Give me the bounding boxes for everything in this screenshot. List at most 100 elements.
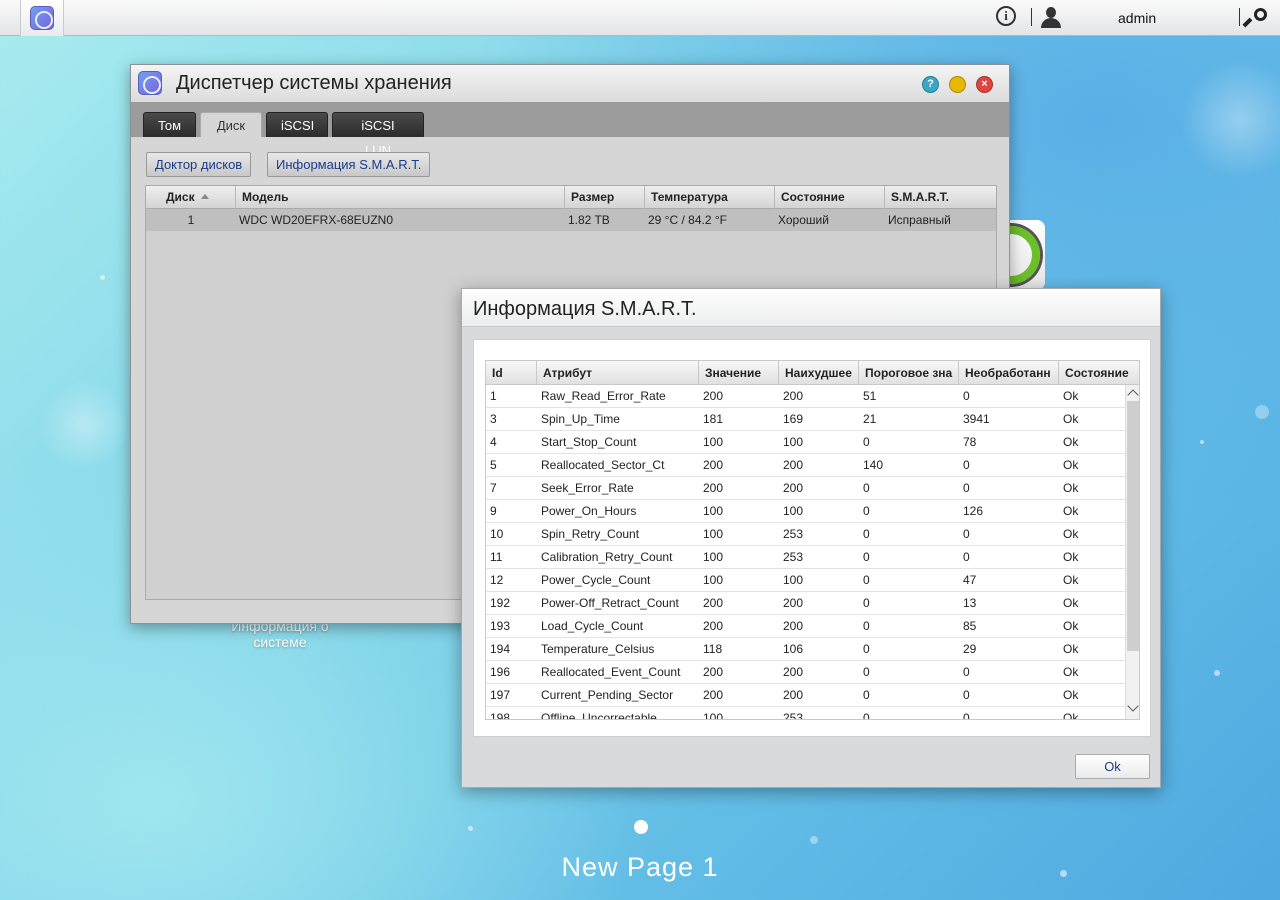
storage-manager-app-icon: [138, 71, 162, 95]
bokeh-dot: [810, 836, 818, 844]
cell-id: 9: [490, 504, 497, 518]
table-row[interactable]: 1 WDC WD20EFRX-68EUZN0 1.82 TB 29 °C / 8…: [146, 209, 996, 231]
cell-attribute: Raw_Read_Error_Rate: [541, 389, 666, 403]
col-header-state[interactable]: Состояние: [775, 186, 885, 209]
help-button[interactable]: ?: [922, 76, 939, 93]
cell-worst: 106: [783, 642, 804, 656]
cell-worst: 169: [783, 412, 804, 426]
cell-threshold: 0: [863, 596, 870, 610]
cell-raw: 0: [963, 711, 970, 720]
cell-worst: 200: [783, 389, 804, 403]
col-header-worst[interactable]: Наихудшее: [779, 361, 859, 385]
table-row[interactable]: 12 Power_Cycle_Count 100 100 0 47 Ok: [486, 569, 1125, 592]
cell-worst: 200: [783, 665, 804, 679]
cell-threshold: 0: [863, 619, 870, 633]
main-menu-button[interactable]: [20, 0, 64, 36]
col-header-attribute[interactable]: Атрибут: [537, 361, 699, 385]
tab-volume[interactable]: Том: [143, 112, 196, 137]
cell-temperature: 29 °C / 84.2 °F: [648, 213, 727, 227]
table-row[interactable]: 198 Offline_Uncorrectable 100 253 0 0 Ok: [486, 707, 1125, 720]
cell-attribute: Temperature_Celsius: [541, 642, 655, 656]
cell-attribute: Power-Off_Retract_Count: [541, 596, 679, 610]
search-icon[interactable]: [1242, 6, 1270, 30]
cell-id: 3: [490, 412, 497, 426]
user-icon[interactable]: [1040, 7, 1062, 29]
vertical-scrollbar[interactable]: [1125, 385, 1139, 719]
page-indicator-dot[interactable]: [634, 820, 648, 834]
col-header-status[interactable]: Состояние: [1059, 361, 1139, 385]
table-row[interactable]: 192 Power-Off_Retract_Count 200 200 0 13 Ok: [486, 592, 1125, 615]
col-header-temperature[interactable]: Температура: [645, 186, 775, 209]
cell-id: 5: [490, 458, 497, 472]
cell-threshold: 0: [863, 504, 870, 518]
smart-info-button[interactable]: Информация S.M.A.R.T.: [267, 152, 431, 177]
cell-status: Ok: [1063, 481, 1079, 495]
cell-worst: 253: [783, 527, 804, 541]
info-icon[interactable]: i: [996, 6, 1016, 26]
table-row[interactable]: 11 Calibration_Retry_Count 100 253 0 0 Ok: [486, 546, 1125, 569]
cell-status: Ok: [1063, 412, 1079, 426]
ok-button[interactable]: Ok: [1075, 754, 1150, 779]
cell-size: 1.82 TB: [568, 213, 610, 227]
page-label: New Page 1: [561, 852, 719, 882]
table-row[interactable]: 193 Load_Cycle_Count 200 200 0 85 Ok: [486, 615, 1125, 638]
bokeh-dot: [1060, 870, 1067, 877]
table-row[interactable]: 9 Power_On_Hours 100 100 0 126 Ok: [486, 500, 1125, 523]
cell-worst: 200: [783, 481, 804, 495]
col-header-value[interactable]: Значение: [699, 361, 779, 385]
table-row[interactable]: 1 Raw_Read_Error_Rate 200 200 51 0 Ok: [486, 385, 1125, 408]
cell-raw: 47: [963, 573, 977, 587]
cell-id: 11: [490, 550, 503, 564]
scroll-up-icon[interactable]: [1127, 389, 1139, 401]
table-row[interactable]: 194 Temperature_Celsius 118 106 0 29 Ok: [486, 638, 1125, 661]
bokeh-dot: [1255, 405, 1269, 419]
cell-value: 200: [703, 481, 724, 495]
col-header-id[interactable]: Id: [486, 361, 537, 385]
table-row[interactable]: 5 Reallocated_Sector_Ct 200 200 140 0 Ok: [486, 454, 1125, 477]
cell-attribute: Reallocated_Event_Count: [541, 665, 681, 679]
cell-raw: 0: [963, 527, 970, 541]
smart-table: Id Атрибут Значение Наихудшее Пороговое …: [485, 360, 1140, 720]
cell-status: Ok: [1063, 596, 1079, 610]
bokeh-dot: [468, 826, 473, 831]
cell-worst: 200: [783, 619, 804, 633]
bokeh-dot: [1200, 440, 1204, 444]
window-titlebar[interactable]: Диспетчер системы хранения ? ×: [131, 65, 1009, 102]
col-header-raw[interactable]: Необработанн: [959, 361, 1059, 385]
table-row[interactable]: 197 Current_Pending_Sector 200 200 0 0 Ok: [486, 684, 1125, 707]
scroll-down-icon[interactable]: [1127, 700, 1139, 712]
cell-value: 100: [703, 527, 724, 541]
table-row[interactable]: 7 Seek_Error_Rate 200 200 0 0 Ok: [486, 477, 1125, 500]
table-row[interactable]: 196 Reallocated_Event_Count 200 200 0 0 Ok: [486, 661, 1125, 684]
scrollbar-thumb[interactable]: [1127, 401, 1139, 651]
col-header-disk[interactable]: Диск: [146, 186, 236, 209]
cell-value: 200: [703, 596, 724, 610]
cell-worst: 100: [783, 435, 804, 449]
cell-raw: 85: [963, 619, 977, 633]
cell-status: Ok: [1063, 688, 1079, 702]
smart-table-header: Id Атрибут Значение Наихудшее Пороговое …: [486, 361, 1139, 385]
cell-raw: 0: [963, 458, 970, 472]
disk-doctor-button[interactable]: Доктор дисков: [146, 152, 252, 177]
tab-disk[interactable]: Диск: [200, 112, 262, 137]
col-header-threshold[interactable]: Пороговое зна: [859, 361, 959, 385]
cell-value: 100: [703, 504, 724, 518]
tab-iscsi-lun[interactable]: iSCSI LUN: [332, 112, 424, 158]
smart-table-body: 1 Raw_Read_Error_Rate 200 200 51 0 Ok 3 Spin_Up_…: [486, 385, 1125, 720]
cell-status: Ok: [1063, 573, 1079, 587]
close-button[interactable]: ×: [976, 76, 993, 93]
table-row[interactable]: 10 Spin_Retry_Count 100 253 0 0 Ok: [486, 523, 1125, 546]
tab-iscsi[interactable]: iSCSI: [266, 112, 328, 137]
username-label[interactable]: admin: [1118, 10, 1156, 26]
table-row[interactable]: 4 Start_Stop_Count 100 100 0 78 Ok: [486, 431, 1125, 454]
col-header-size[interactable]: Размер: [565, 186, 645, 209]
dialog-title: Информация S.M.A.R.T.: [473, 298, 697, 320]
col-header-model[interactable]: Модель: [236, 186, 565, 209]
cell-attribute: Spin_Up_Time: [541, 412, 620, 426]
minimize-button[interactable]: [949, 76, 966, 93]
smart-info-dialog: Информация S.M.A.R.T. Id Атрибут Значени…: [461, 288, 1161, 788]
col-header-smart[interactable]: S.M.A.R.T.: [885, 186, 996, 209]
dialog-titlebar[interactable]: Информация S.M.A.R.T.: [462, 289, 1160, 327]
divider: [1031, 8, 1032, 26]
table-row[interactable]: 3 Spin_Up_Time 181 169 21 3941 Ok: [486, 408, 1125, 431]
